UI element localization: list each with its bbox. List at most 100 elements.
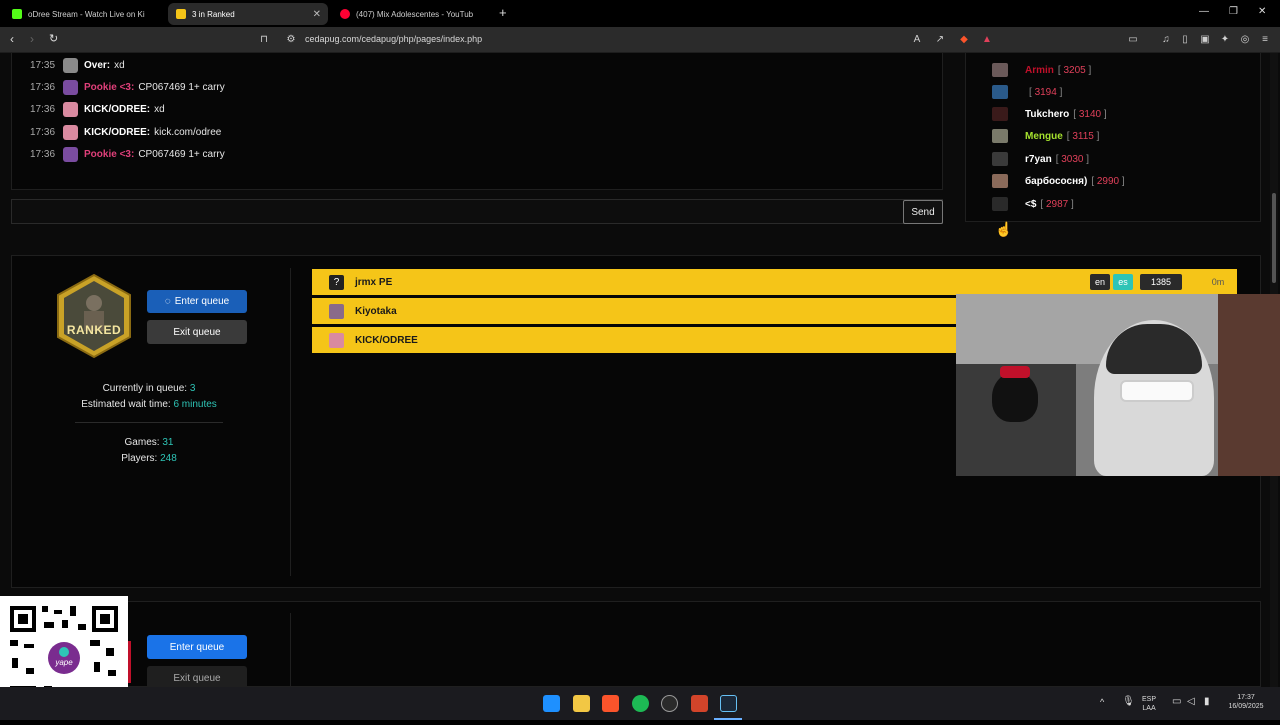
reload-icon[interactable]: ↻ (49, 32, 58, 46)
player-score: 3205 (1063, 64, 1086, 76)
close-window-icon[interactable]: ✕ (1258, 6, 1266, 17)
windows-start-icon[interactable] (543, 695, 560, 712)
bracket-close: ] (1093, 130, 1100, 142)
volume-icon[interactable]: ◁ (1187, 697, 1195, 707)
share-icon[interactable]: ↗ (934, 34, 946, 46)
sidebar-toggle-icon[interactable]: ▭ (1127, 34, 1139, 46)
leaderboard-row[interactable]: Armin [ 3205 ] (992, 62, 1091, 78)
enter-queue-button[interactable]: ◌ Enter queue (147, 290, 247, 313)
menu-icon[interactable]: ≡ (1259, 34, 1271, 46)
player-name: <$ (1025, 198, 1037, 210)
browser-toolbar: ‹ › ↻ ⊓ ⚙ cedapug.com/cedapug/php/pages/… (0, 27, 1280, 53)
player-name: r7yan (1025, 153, 1052, 165)
avatar (992, 85, 1008, 99)
chat-username[interactable]: Over: (84, 60, 110, 71)
new-tab-icon[interactable]: + (499, 5, 507, 20)
webcam-overlay (956, 294, 1280, 476)
minimize-icon[interactable]: — (1199, 6, 1209, 17)
translate-icon[interactable]: A (911, 34, 923, 46)
player-score: 3030 (1061, 153, 1084, 165)
spotify-icon[interactable] (632, 695, 649, 712)
tab-ranked[interactable]: 3 in Ranked ✕ (168, 3, 328, 25)
tab-kick-stream[interactable]: oDree Stream - Watch Live on Ki (4, 3, 165, 25)
stat-label: Currently in queue: (102, 383, 188, 394)
steam-icon[interactable] (720, 695, 737, 712)
extensions-icon[interactable]: ✦ (1219, 34, 1231, 46)
bracket-close: ] (1056, 86, 1063, 98)
leaderboard-row[interactable]: Mengue [ 3115 ] (992, 128, 1099, 144)
chat-message: 17:35 Over: xd (30, 57, 125, 73)
reading-list-icon[interactable]: ▯ (1179, 34, 1191, 46)
back-icon[interactable]: ‹ (10, 32, 14, 46)
streamer-glasses (1120, 380, 1194, 402)
avatar (63, 57, 78, 73)
chat-input[interactable] (11, 199, 943, 224)
address-bar[interactable]: cedapug.com/cedapug/php/pages/index.php (305, 34, 482, 44)
leaderboard-row[interactable]: r7yan [ 3030 ] (992, 151, 1089, 167)
webcam-edge (1218, 294, 1280, 476)
chat-timestamp: 17:36 (30, 81, 56, 93)
chat-text: xd (114, 59, 125, 71)
chevron-up-icon[interactable]: ^ (1100, 698, 1104, 707)
keyboard-language[interactable]: ESP LAA (1142, 695, 1156, 713)
send-button[interactable]: Send (903, 200, 943, 224)
chat-text: CP067469 1+ carry (138, 81, 225, 93)
language-badge: en (1090, 274, 1110, 290)
kick-icon (12, 9, 22, 19)
forward-icon[interactable]: › (30, 32, 34, 46)
vpn-icon[interactable]: ◎ (1239, 34, 1251, 46)
queue-count: Currently in queue: 3 (29, 383, 269, 394)
network-icon[interactable]: ▭ (1172, 697, 1181, 707)
exit-queue-button[interactable]: Exit queue (147, 320, 247, 344)
divider (75, 422, 223, 423)
leaderboard: Armin [ 3205 ] [ 3194 ] Tukchero [ 3140 … (965, 53, 1261, 222)
restore-icon[interactable]: ❐ (1229, 6, 1238, 17)
tab-label: (407) Mix Adolescentes - YouTub (356, 9, 474, 19)
wallet-icon[interactable]: ▣ (1199, 34, 1211, 46)
avatar (992, 63, 1008, 77)
bracket-close: ] (1085, 64, 1092, 76)
page-content: 17:35 Over: xd 17:36 Pookie <3: CP067469… (0, 53, 1280, 690)
ranked-badge-label: RANKED (66, 323, 122, 337)
chat-message: 17:36 KICK/ODREE: kick.com/odree (30, 124, 221, 140)
battery-icon[interactable]: ▮ (1204, 697, 1210, 707)
chat-timestamp: 17:36 (30, 103, 56, 115)
leaderboard-row[interactable]: [ 3194 ] (992, 84, 1062, 100)
clock[interactable]: 17:37 16/09/2025 (1224, 693, 1268, 711)
media-icon[interactable]: ♫ (1160, 34, 1172, 46)
chat-username[interactable]: KICK/ODREE: (84, 127, 150, 138)
leaderboard-row[interactable]: Tukchero [ 3140 ] (992, 106, 1107, 122)
avatar (992, 107, 1008, 121)
tab-label: oDree Stream - Watch Live on Ki (28, 9, 145, 19)
bracket-close: ] (1101, 108, 1107, 120)
chat-username[interactable]: Pookie <3: (84, 149, 134, 160)
microphone-icon[interactable]: 🎙 (1122, 697, 1135, 707)
obs-icon[interactable] (661, 695, 678, 712)
accent-bar (128, 641, 131, 683)
chat-text: xd (154, 103, 165, 115)
queue-entry[interactable]: ? jrmx PE en es 1385 0m (312, 269, 1237, 295)
scrollbar-thumb[interactable] (1272, 193, 1276, 283)
game-app-icon[interactable] (691, 695, 708, 712)
brave-browser-icon[interactable] (602, 695, 619, 712)
player-name: барбососня) (1025, 175, 1088, 187)
brave-rewards-icon[interactable]: ▲ (981, 34, 993, 46)
leaderboard-row[interactable]: барбососня) [ 2990 ] (992, 173, 1125, 189)
chat-username[interactable]: KICK/ODREE: (84, 104, 150, 115)
windows-taskbar: ^ 🎙 ESP LAA ▭ ◁ ▮ 17:37 16/09/2025 (0, 687, 1280, 720)
bookmark-icon[interactable]: ⊓ (258, 34, 270, 46)
site-info-icon[interactable]: ⚙ (285, 34, 297, 46)
close-tab-icon[interactable]: ✕ (313, 9, 321, 20)
stat-label: Estimated wait time: (81, 399, 171, 410)
brave-shields-icon[interactable]: ◆ (958, 34, 970, 46)
player-score: 2990 (1096, 175, 1120, 187)
unknown-avatar-icon: ? (329, 274, 344, 290)
tab-youtube[interactable]: (407) Mix Adolescentes - YouTub (332, 3, 496, 25)
leaderboard-row[interactable]: <$ [ 2987 ] (992, 196, 1074, 212)
chat-username[interactable]: Pookie <3: (84, 82, 134, 93)
divider (290, 268, 291, 576)
button-label: Enter queue (174, 296, 230, 307)
enter-queue-button-lower[interactable]: Enter queue (147, 635, 247, 659)
stat-value: 248 (160, 453, 177, 464)
file-explorer-icon[interactable] (573, 695, 590, 712)
